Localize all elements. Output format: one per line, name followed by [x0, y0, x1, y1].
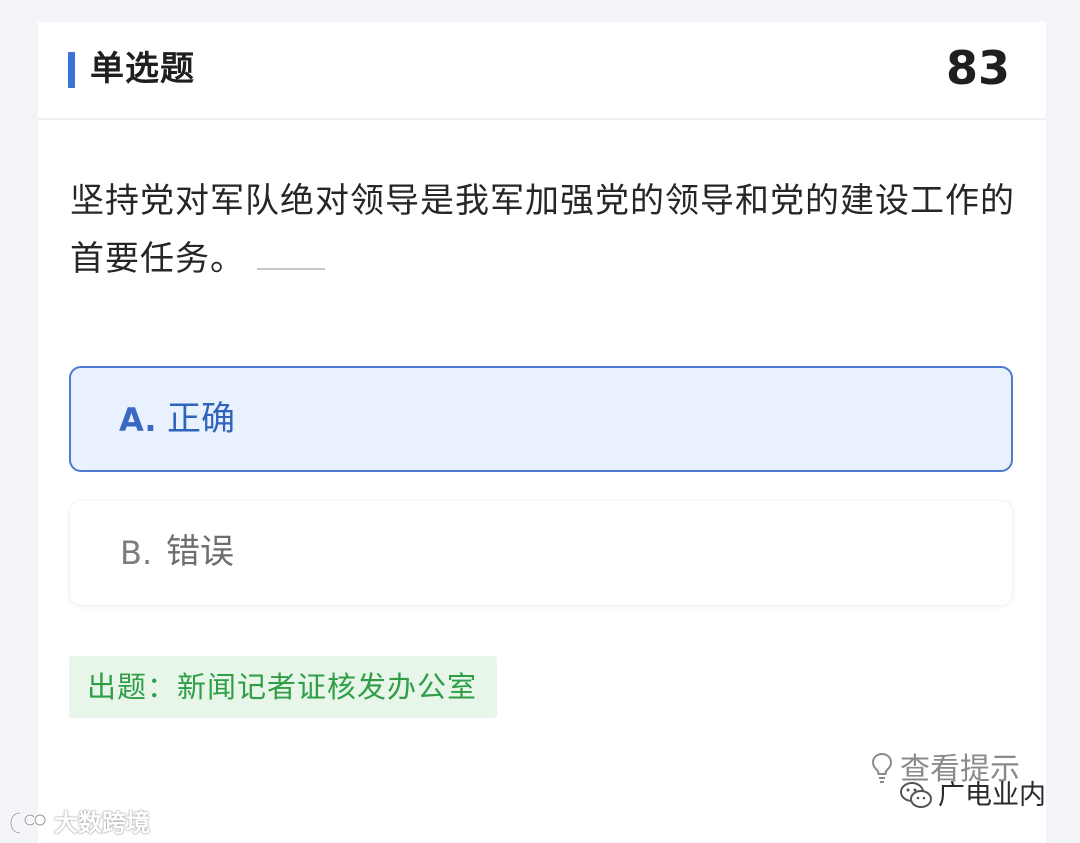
question-stem: 坚持党对军队绝对领导是我军加强党的领导和党的建设工作的首要任务。	[70, 181, 1015, 279]
source-text: 出题：新闻记者证核发办公室	[87, 670, 478, 704]
question-card: 单选题 83 坚持党对军队绝对领导是我军加强党的领导和党的建设工作的首要任务。 …	[38, 22, 1046, 843]
option-b[interactable]: B. 错误	[69, 500, 1013, 606]
answer-blank	[257, 267, 325, 270]
question-text: 坚持党对军队绝对领导是我军加强党的领导和党的建设工作的首要任务。	[70, 172, 1015, 288]
wechat-icon	[900, 782, 932, 808]
card-header: 单选题 83	[38, 22, 1046, 120]
question-number: 83	[945, 41, 1010, 95]
type-indicator-bar	[68, 52, 75, 88]
source-tag: 出题：新闻记者证核发办公室	[69, 656, 497, 718]
option-a-letter: A.	[119, 401, 157, 439]
watermark-logo-icon	[9, 811, 47, 835]
watermark-left-text: 大数跨境	[54, 809, 150, 837]
option-a-text: 正确	[167, 399, 235, 439]
option-b-letter: B.	[120, 534, 153, 572]
option-a[interactable]: A. 正确	[69, 366, 1013, 472]
lightbulb-icon	[871, 752, 893, 783]
question-type-label: 单选题	[90, 49, 195, 89]
option-b-text: 错误	[166, 532, 234, 572]
watermark-right-text: 广电业内	[938, 780, 1046, 811]
